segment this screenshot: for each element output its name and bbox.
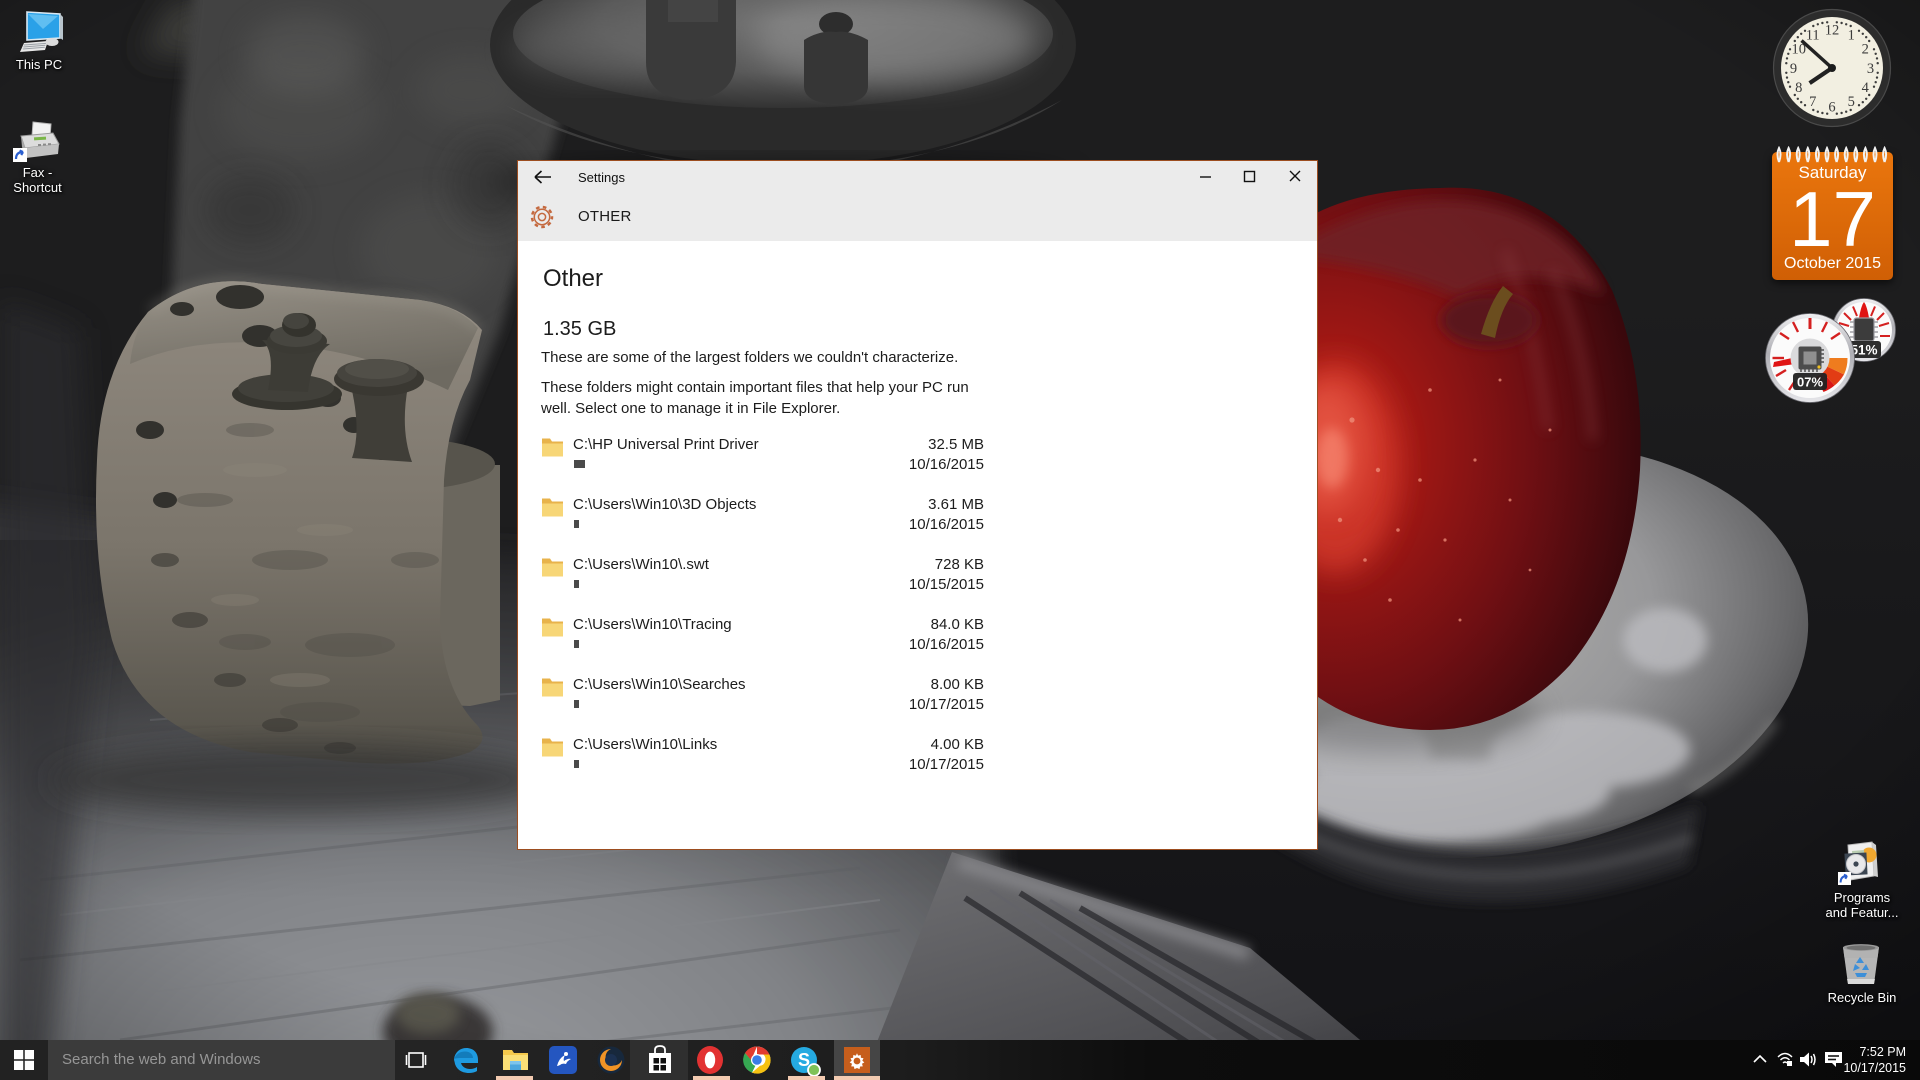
svg-text:12: 12 [1825,22,1840,38]
svg-text:3: 3 [1867,61,1874,77]
svg-text:7: 7 [1809,94,1816,110]
svg-text:6: 6 [1828,99,1835,115]
svg-text:4: 4 [1862,80,1870,96]
svg-text:1: 1 [1848,28,1855,44]
svg-text:11: 11 [1806,28,1820,44]
svg-text:5: 5 [1848,94,1855,110]
svg-text:2: 2 [1862,42,1869,58]
svg-text:8: 8 [1795,80,1802,96]
svg-text:07%: 07% [1797,375,1823,390]
svg-text:9: 9 [1790,61,1797,77]
